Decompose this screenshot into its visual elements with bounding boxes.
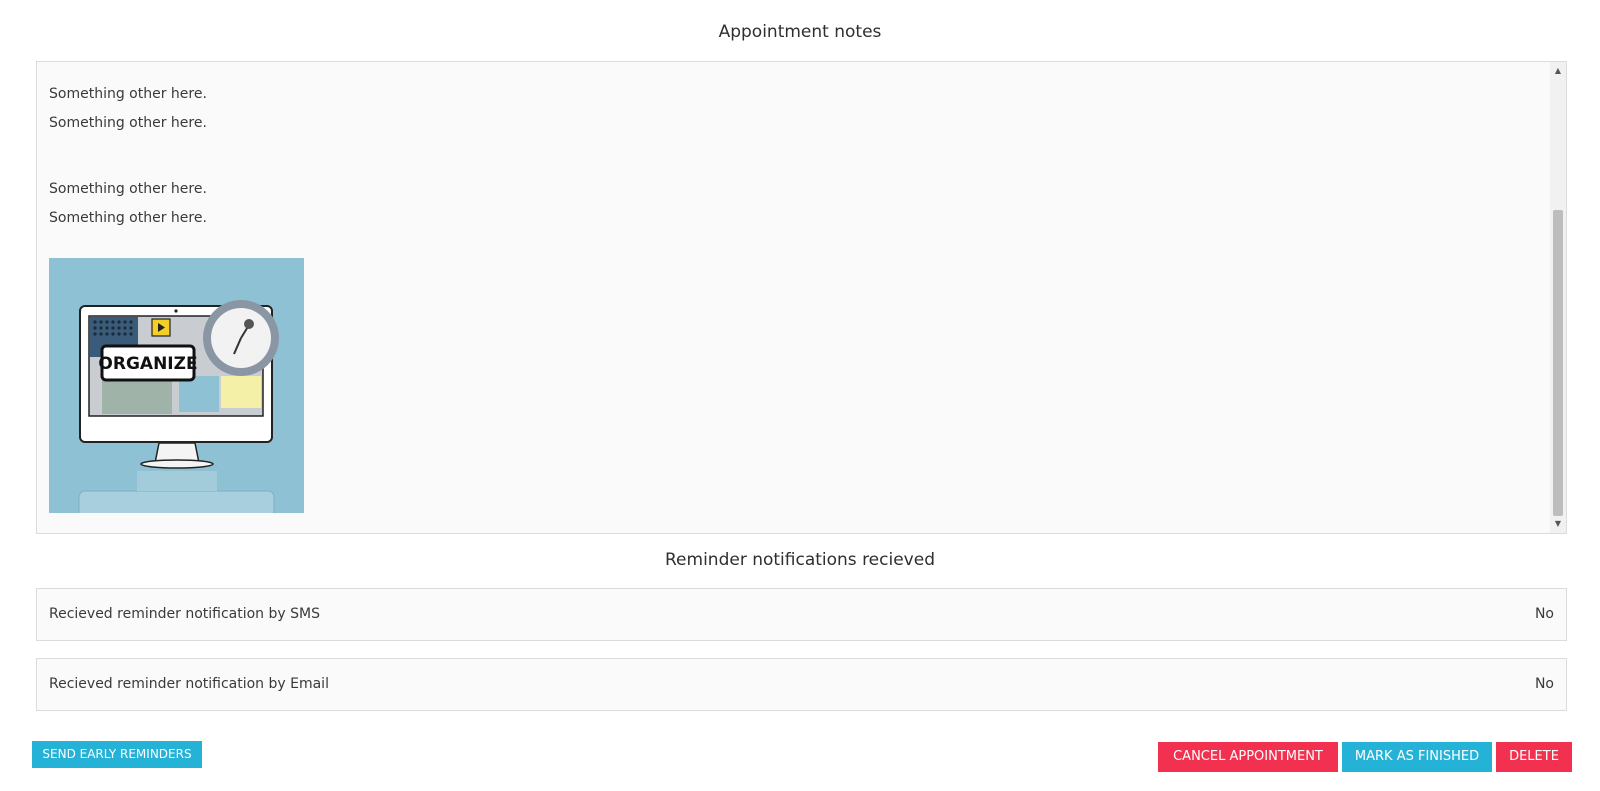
organize-image: ORGANIZE bbox=[49, 258, 304, 513]
mark-as-finished-button[interactable]: MARK AS FINISHED bbox=[1342, 742, 1492, 772]
sms-reminder-value: No bbox=[1534, 606, 1554, 622]
note-line: Something other here. bbox=[49, 86, 207, 102]
notes-content: Something other here. Something other he… bbox=[49, 80, 1546, 513]
appointment-notes-title: Appointment notes bbox=[718, 22, 882, 42]
reminder-notifications-title: Reminder notifications recieved bbox=[665, 550, 935, 570]
appointment-notes-panel[interactable]: Something other here. Something other he… bbox=[36, 61, 1567, 534]
note-spacer bbox=[49, 138, 1546, 175]
note-line: Something other here. bbox=[49, 210, 207, 226]
scroll-up-arrow-icon[interactable]: ▲ bbox=[1550, 64, 1566, 78]
send-early-reminders-button[interactable]: SEND EARLY REMINDERS bbox=[32, 741, 202, 768]
sms-reminder-label: Recieved reminder notification by SMS bbox=[49, 606, 320, 622]
email-reminder-value: No bbox=[1534, 676, 1554, 692]
email-reminder-label: Recieved reminder notification by Email bbox=[49, 676, 329, 692]
delete-button[interactable]: DELETE bbox=[1496, 742, 1572, 772]
organize-monitor-illustration: ORGANIZE bbox=[49, 258, 304, 513]
note-line: Something other here. bbox=[49, 181, 207, 197]
sms-reminder-row: Recieved reminder notification by SMS No bbox=[36, 588, 1567, 641]
note-line: Something other here. bbox=[49, 115, 207, 131]
email-reminder-row: Recieved reminder notification by Email … bbox=[36, 658, 1567, 711]
notes-scrollbar[interactable]: ▲ ▼ bbox=[1550, 62, 1566, 533]
organize-caption: ORGANIZE bbox=[98, 354, 197, 374]
scroll-thumb[interactable] bbox=[1553, 210, 1563, 516]
scroll-down-arrow-icon[interactable]: ▼ bbox=[1550, 517, 1566, 531]
cancel-appointment-button[interactable]: CANCEL APPOINTMENT bbox=[1158, 742, 1338, 772]
